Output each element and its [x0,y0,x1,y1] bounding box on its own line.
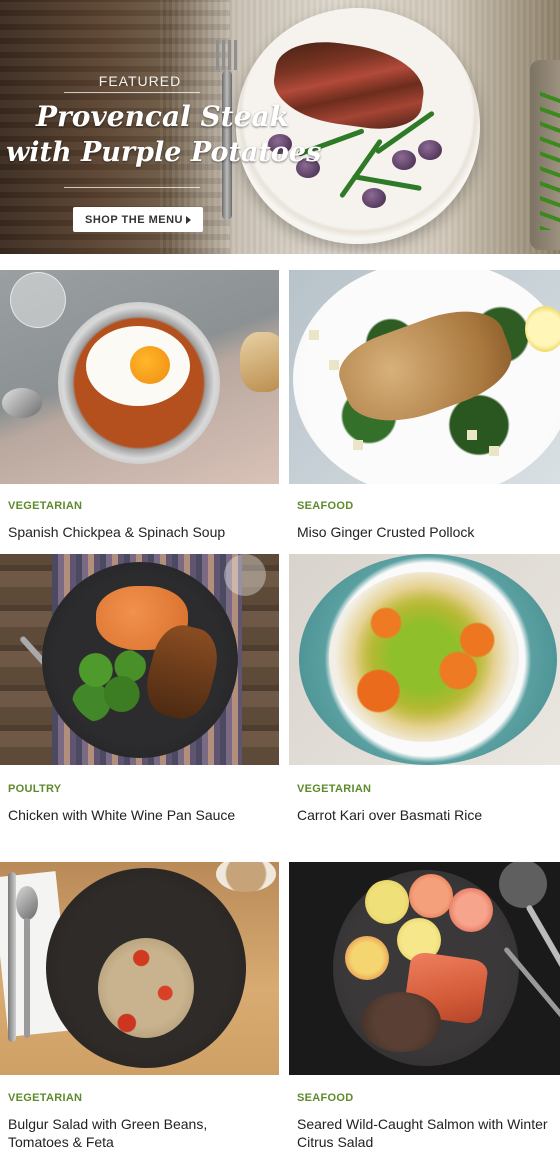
knife-image [8,872,16,1042]
recipe-image-carrot-kari[interactable] [289,554,560,765]
recipe-category: VEGETARIAN [8,1092,83,1104]
hero-divider-top [64,92,200,93]
recipe-image-chicken[interactable] [0,554,279,765]
recipe-title-line1: Bulgur Salad with Green Beans, [8,1116,208,1132]
turnip-cube [467,430,477,440]
recipe-title-link[interactable]: Chicken with White Wine Pan Sauce [8,806,235,824]
hero-divider-bottom [64,187,200,188]
spoon-handle-image [24,918,30,1038]
turnip-cube [353,440,363,450]
turnip-cube [309,330,319,340]
potato-image [362,188,386,208]
recipe-image-bulgur-salad[interactable] [0,862,279,1075]
citrus-slice-image [449,888,493,932]
hero-eyebrow: FEATURED [98,73,182,89]
recipe-category: SEAFOOD [297,1092,354,1104]
carrot-kari-image [329,572,519,742]
recipe-title-link[interactable]: Seared Wild-Caught Salmon with Winter Ci… [297,1115,548,1151]
glass-image [224,554,266,596]
spoon-image [16,886,38,920]
citrus-slice-image [365,880,409,924]
potato-image [392,150,416,170]
recipe-image-chickpea-soup[interactable] [0,270,279,484]
turnip-cube [329,360,339,370]
recipe-category: POULTRY [8,783,62,795]
recipe-title-link[interactable]: Spanish Chickpea & Spinach Soup [8,523,225,541]
recipe-category: VEGETARIAN [297,783,372,795]
nuts-bowl-image [216,862,276,892]
egg-yolk-image [130,346,170,384]
potato-image [418,140,442,160]
broccoli-image [70,646,156,726]
lemon-image [525,306,560,352]
bread-image [240,332,279,392]
recipe-image-pollock[interactable] [289,270,560,484]
recipe-title-link[interactable]: Bulgur Salad with Green Beans, Tomatoes … [8,1115,207,1151]
recipe-category: VEGETARIAN [8,500,83,512]
fork-image [216,40,238,230]
hero-title-line2: with Purple Potatoes [6,137,322,168]
shop-the-menu-button[interactable]: SHOP THE MENU [73,207,203,232]
side-dish-image [530,60,560,250]
recipe-title-link[interactable]: Miso Ginger Crusted Pollock [297,523,474,541]
hero-title-line1: Provencal Steak [36,100,290,133]
recipe-menu-page: FEATURED Provencal Steak with Purple Pot… [0,0,560,1163]
recipe-title-line2: Tomatoes & Feta [8,1134,114,1150]
citrus-slice-image [409,874,453,918]
recipe-title-line1: Seared Wild-Caught Salmon with Winter [297,1116,548,1132]
recipe-title-line2: Citrus Salad [297,1134,374,1150]
citrus-slice-image [345,936,389,980]
recipe-image-salmon[interactable] [289,862,560,1075]
glass-image [499,862,547,908]
turnip-cube [489,446,499,456]
wild-rice-image [361,992,441,1052]
recipe-category: SEAFOOD [297,500,354,512]
recipe-title-link[interactable]: Carrot Kari over Basmati Rice [297,806,482,824]
glass-image [10,272,66,328]
bulgur-salad-image [98,938,194,1038]
shop-the-menu-label: SHOP THE MENU [85,213,183,226]
featured-hero-banner[interactable]: FEATURED Provencal Steak with Purple Pot… [0,0,560,254]
play-arrow-icon [185,215,191,224]
spoon-image [2,388,42,418]
